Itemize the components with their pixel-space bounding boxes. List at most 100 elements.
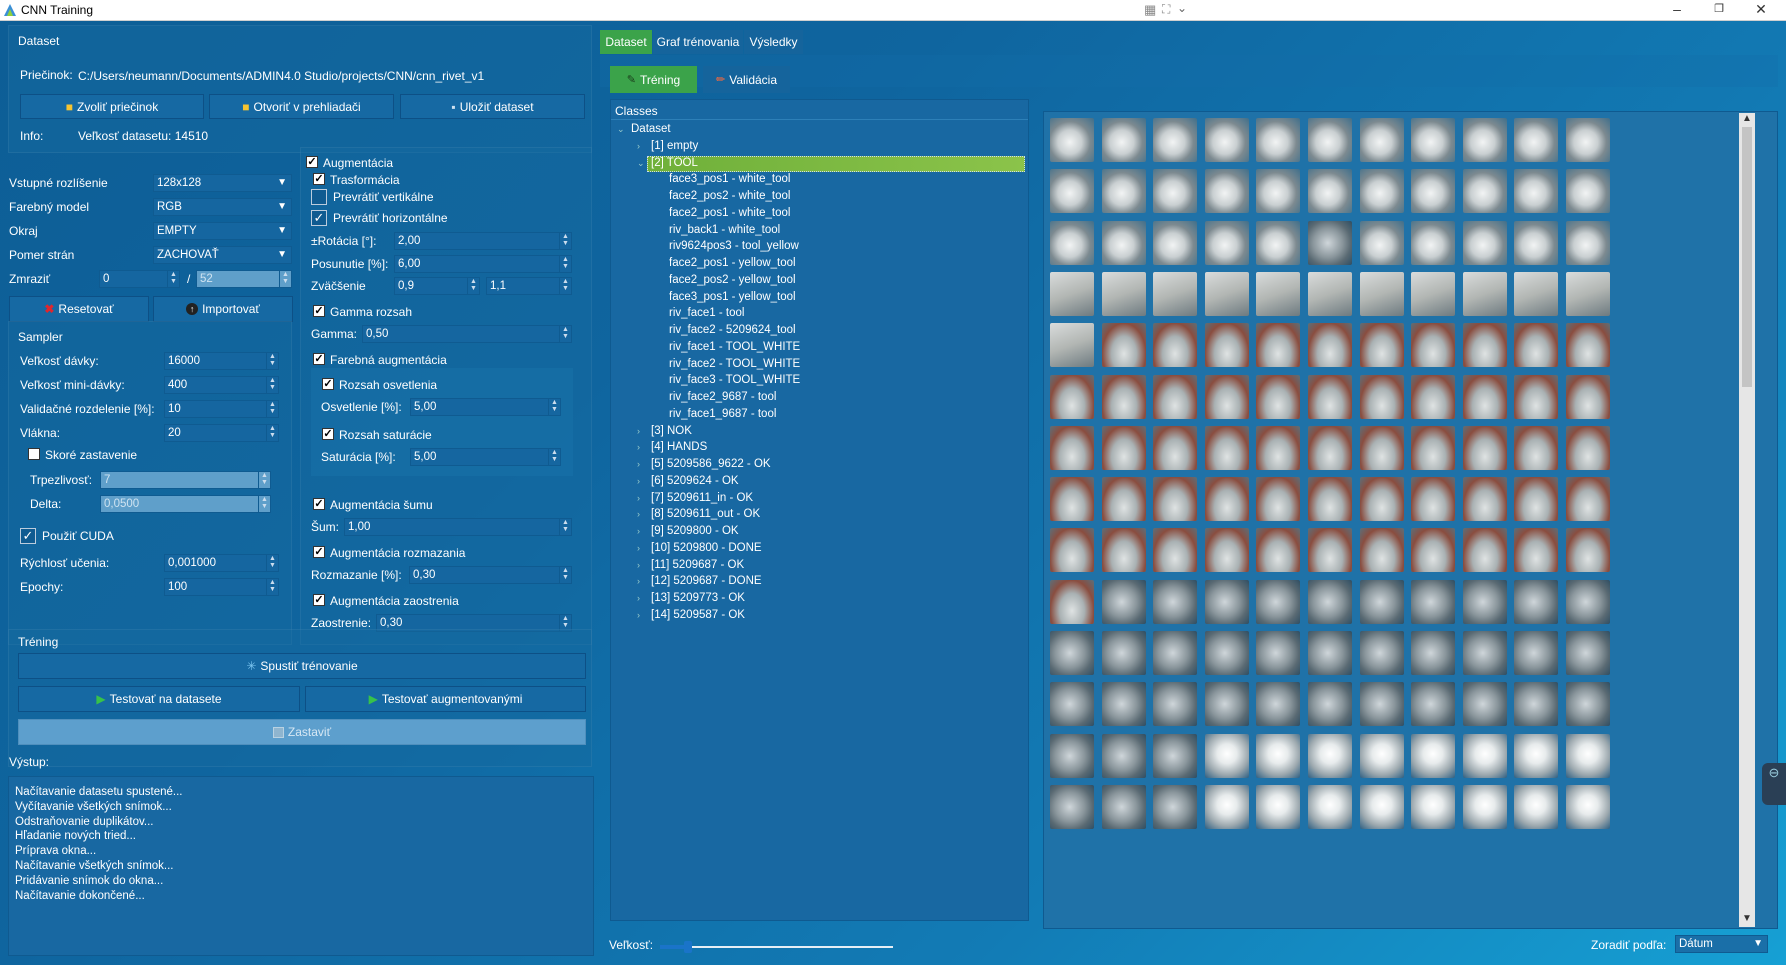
thumbnail-image[interactable]: [1204, 169, 1249, 214]
chevron-right-icon[interactable]: ›: [637, 509, 640, 519]
thumbnail-image[interactable]: [1050, 425, 1094, 470]
slider-knob[interactable]: [683, 941, 692, 953]
test-dataset-button[interactable]: ▶ Testovať na datasete: [18, 686, 300, 712]
tree-subitem[interactable]: riv_face2 - TOOL_WHITE: [669, 358, 800, 375]
tree-class-item[interactable]: [10] 5209800 - DONE: [651, 542, 762, 559]
thumbnail-image[interactable]: [1514, 631, 1559, 675]
minimize-button[interactable]: –: [1662, 1, 1692, 19]
chevron-right-icon[interactable]: ›: [637, 576, 640, 586]
fullscreen-icon[interactable]: ⛶: [1162, 2, 1170, 17]
early-stop-checkbox[interactable]: ✓: [28, 448, 40, 460]
thumbnail-image[interactable]: [1101, 118, 1146, 162]
thumbnail-image[interactable]: [1101, 477, 1146, 522]
thumbnail-image[interactable]: [1462, 374, 1507, 419]
thumbnail-image[interactable]: [1462, 733, 1507, 778]
noise-augmentation-checkbox[interactable]: ✓: [313, 498, 325, 510]
thumbnail-image[interactable]: [1153, 169, 1198, 214]
learning-rate-input[interactable]: 0,001000 ▲ ▼: [164, 554, 279, 572]
thumbnail-image[interactable]: [1566, 169, 1610, 214]
tab-results[interactable]: Výsledky: [744, 30, 803, 54]
thumbnail-image[interactable]: [1411, 323, 1456, 368]
thumbnail-image[interactable]: [1204, 631, 1249, 675]
tree-subitem[interactable]: face2_pos2 - yellow_tool: [669, 274, 796, 291]
thumbnail-image[interactable]: [1514, 733, 1559, 778]
thumbnail-image[interactable]: [1566, 323, 1610, 368]
thumbnail-image[interactable]: [1308, 323, 1352, 368]
thumbnail-image[interactable]: [1514, 169, 1559, 214]
validation-split-input[interactable]: 10 ▲ ▼: [164, 400, 279, 418]
thumbnail-image[interactable]: [1204, 682, 1249, 727]
subtab-training[interactable]: ✎ Tréning: [610, 66, 697, 93]
thumbnail-image[interactable]: [1462, 682, 1507, 727]
thumbnail-image[interactable]: [1204, 271, 1249, 316]
thumbnail-image[interactable]: [1204, 118, 1249, 162]
thumbnail-image[interactable]: [1514, 784, 1559, 829]
subtab-validation[interactable]: ✏ Validácia: [703, 66, 790, 93]
thumbnail-image[interactable]: [1411, 374, 1456, 419]
save-dataset-button[interactable]: ▪ Uložiť dataset: [400, 94, 585, 119]
scroll-down-icon[interactable]: ▼: [1742, 913, 1752, 924]
thumbnail-image[interactable]: [1359, 118, 1404, 162]
thumbnail-image[interactable]: [1050, 220, 1094, 265]
augmentation-checkbox[interactable]: ✓: [306, 156, 318, 168]
tab-dataset[interactable]: Dataset: [600, 30, 652, 54]
thumbnail-image[interactable]: [1256, 631, 1301, 675]
gamma-range-checkbox[interactable]: ✓: [313, 305, 325, 317]
thumbnail-image[interactable]: [1308, 631, 1352, 675]
thumbnail-image[interactable]: [1308, 425, 1352, 470]
tree-class-item[interactable]: [1] empty: [651, 140, 698, 157]
thumbnail-image[interactable]: [1153, 425, 1198, 470]
thumbnail-image[interactable]: [1411, 784, 1456, 829]
thumbnail-image[interactable]: [1204, 374, 1249, 419]
thumbnail-image[interactable]: [1411, 271, 1456, 316]
thumbnail-image[interactable]: [1308, 169, 1352, 214]
chevron-right-icon[interactable]: ›: [637, 459, 640, 469]
thumbnail-image[interactable]: [1411, 425, 1456, 470]
thumbnail-image[interactable]: [1359, 271, 1404, 316]
thumbnail-image[interactable]: [1308, 579, 1352, 624]
thumbnail-image[interactable]: [1050, 323, 1094, 368]
thumbnail-image[interactable]: [1050, 579, 1094, 624]
thumbnail-image[interactable]: [1566, 118, 1610, 162]
tree-class-item[interactable]: [8] 5209611_out - OK: [651, 508, 760, 525]
chevron-right-icon[interactable]: ›: [637, 526, 640, 536]
thumbnail-image[interactable]: [1153, 118, 1198, 162]
thumbnail-image[interactable]: [1101, 784, 1146, 829]
thumbnail-image[interactable]: [1204, 579, 1249, 624]
flip-vertical-checkbox[interactable]: ✓: [311, 189, 327, 205]
thumbnail-image[interactable]: [1308, 374, 1352, 419]
thumbnail-image[interactable]: [1050, 682, 1094, 727]
tree-class-item[interactable]: [6] 5209624 - OK: [651, 475, 739, 492]
thumbnail-image[interactable]: [1359, 169, 1404, 214]
thumbnail-image[interactable]: [1256, 374, 1301, 419]
thumbnail-image[interactable]: [1359, 323, 1404, 368]
thumbnail-image[interactable]: [1566, 784, 1610, 829]
thumbnail-image[interactable]: [1566, 271, 1610, 316]
thumbnail-image[interactable]: [1256, 169, 1301, 214]
thumbnail-image[interactable]: [1101, 631, 1146, 675]
chevron-down-icon[interactable]: ⌄: [1177, 1, 1187, 15]
thumbnail-image[interactable]: [1153, 682, 1198, 727]
thumbnail-image[interactable]: [1308, 220, 1352, 265]
tree-subitem[interactable]: face3_pos1 - white_tool: [669, 173, 790, 190]
thumbnail-image[interactable]: [1411, 169, 1456, 214]
thumbnail-image[interactable]: [1514, 579, 1559, 624]
thumbnail-image[interactable]: [1462, 579, 1507, 624]
thumbnail-image[interactable]: [1204, 733, 1249, 778]
thumbnail-image[interactable]: [1462, 271, 1507, 316]
blur-input[interactable]: 0,30 ▲ ▼: [409, 566, 572, 584]
saturation-input[interactable]: 5,00 ▲ ▼: [410, 448, 561, 466]
tree-subitem[interactable]: riv_face1 - TOOL_WHITE: [669, 341, 800, 358]
thumbnail-image[interactable]: [1308, 118, 1352, 162]
thumbnail-image[interactable]: [1514, 528, 1559, 573]
light-range-checkbox[interactable]: ✓: [322, 378, 334, 390]
sharpen-augmentation-checkbox[interactable]: ✓: [313, 594, 325, 606]
tree-root[interactable]: Dataset: [631, 123, 671, 140]
tree-class-item[interactable]: [11] 5209687 - OK: [651, 559, 744, 576]
thumbnail-image[interactable]: [1514, 323, 1559, 368]
thumbnail-image[interactable]: [1514, 220, 1559, 265]
thumbnail-image[interactable]: [1256, 425, 1301, 470]
thumbnail-image[interactable]: [1514, 271, 1559, 316]
thumbnail-image[interactable]: [1153, 323, 1198, 368]
thumbnail-image[interactable]: [1566, 682, 1610, 727]
